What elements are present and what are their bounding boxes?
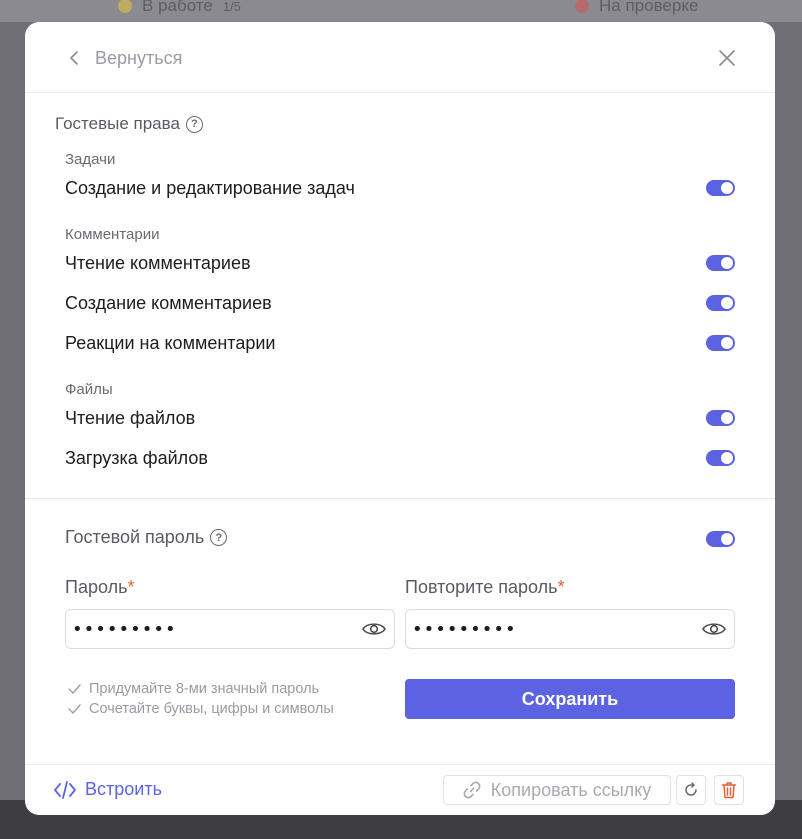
permission-row-read-files: Чтение файлов [65, 404, 735, 432]
background-chip-count: 1/5 [222, 0, 241, 14]
permission-label: Создание комментариев [65, 292, 272, 313]
permission-toggle[interactable] [706, 295, 735, 311]
delete-button[interactable] [714, 775, 744, 805]
required-mark: * [557, 577, 565, 597]
background-chip-label: В работе [142, 0, 213, 15]
guest-rights-title-text: Гостевые права [55, 114, 180, 133]
section-divider [25, 498, 775, 499]
group-label-tasks: Задачи [65, 151, 116, 168]
repeat-password-label-text: Повторите пароль [405, 577, 558, 597]
permission-label: Загрузка файлов [65, 447, 208, 468]
permission-label: Реакции на комментарии [65, 332, 276, 353]
hint-text: Придумайте 8-ми значный пароль [89, 681, 320, 697]
permission-label: Создание и редактирование задач [65, 177, 355, 198]
copy-link-button[interactable]: Копировать ссылку [443, 775, 671, 805]
permission-label: Чтение файлов [65, 407, 196, 428]
status-dot-icon [118, 0, 132, 13]
trash-icon [721, 782, 737, 799]
permission-row-create-comments: Создание комментариев [65, 289, 735, 317]
back-button[interactable]: Вернуться [69, 44, 182, 72]
help-icon[interactable]: ? [185, 115, 203, 133]
guest-access-modal: Вернуться Гостевые права ? Задачи Создан… [25, 22, 775, 815]
embed-button[interactable]: Встроить [54, 779, 162, 800]
eye-icon[interactable] [362, 621, 386, 637]
close-icon [719, 50, 735, 66]
check-icon [68, 704, 81, 714]
password-input[interactable] [72, 618, 362, 640]
embed-label: Встроить [85, 779, 162, 799]
permission-row-upload-files: Загрузка файлов [65, 444, 735, 472]
password-field [65, 609, 395, 649]
refresh-link-button[interactable] [676, 775, 706, 805]
permission-toggle[interactable] [706, 335, 735, 351]
guest-password-title: Гостевой пароль ? [65, 527, 228, 548]
background-chip-label: На проверке [599, 0, 699, 15]
save-button[interactable]: Сохранить [405, 679, 735, 719]
required-mark: * [127, 577, 135, 597]
permission-label: Чтение комментариев [65, 252, 251, 273]
repeat-password-field [405, 609, 735, 649]
copy-link-label: Копировать ссылку [490, 779, 652, 800]
permission-toggle[interactable] [706, 180, 735, 196]
background-status-chip: В работе 1/5 [118, 0, 241, 16]
link-icon [463, 781, 481, 799]
code-icon [54, 780, 76, 799]
repeat-password-input[interactable] [412, 618, 702, 640]
permission-row-read-comments: Чтение комментариев [65, 249, 735, 277]
guest-rights-title: Гостевые права ? [55, 114, 203, 134]
password-field-label: Пароль* [65, 577, 134, 598]
guest-password-title-text: Гостевой пароль [65, 527, 205, 547]
guest-password-toggle[interactable] [706, 531, 735, 547]
refresh-icon [685, 782, 697, 796]
back-label: Вернуться [95, 47, 183, 68]
repeat-password-field-label: Повторите пароль* [405, 577, 565, 598]
eye-icon[interactable] [702, 621, 726, 637]
background-status-chip-review: На проверке [575, 0, 698, 16]
help-icon[interactable]: ? [210, 529, 228, 546]
password-hint: Сочетайте буквы, цифры и символы [68, 701, 334, 717]
check-icon [68, 684, 81, 694]
permission-row-comment-reactions: Реакции на комментарии [65, 329, 735, 357]
background-app-top: В работе 1/5 На проверке [0, 0, 802, 22]
close-button[interactable] [715, 46, 739, 70]
group-label-files: Файлы [65, 381, 113, 398]
password-hint: Придумайте 8-ми значный пароль [68, 681, 319, 697]
permission-toggle[interactable] [706, 255, 735, 271]
permission-toggle[interactable] [706, 410, 735, 426]
permission-toggle[interactable] [706, 450, 735, 466]
password-label-text: Пароль [65, 577, 128, 597]
status-dot-icon [575, 0, 589, 13]
chevron-left-icon [70, 51, 78, 65]
permission-row-edit-tasks: Создание и редактирование задач [65, 174, 735, 202]
hint-text: Сочетайте буквы, цифры и символы [89, 701, 334, 717]
modal-header: Вернуться [25, 22, 775, 93]
group-label-comments: Комментарии [65, 226, 160, 243]
modal-footer: Встроить Копировать ссылку [25, 764, 775, 815]
